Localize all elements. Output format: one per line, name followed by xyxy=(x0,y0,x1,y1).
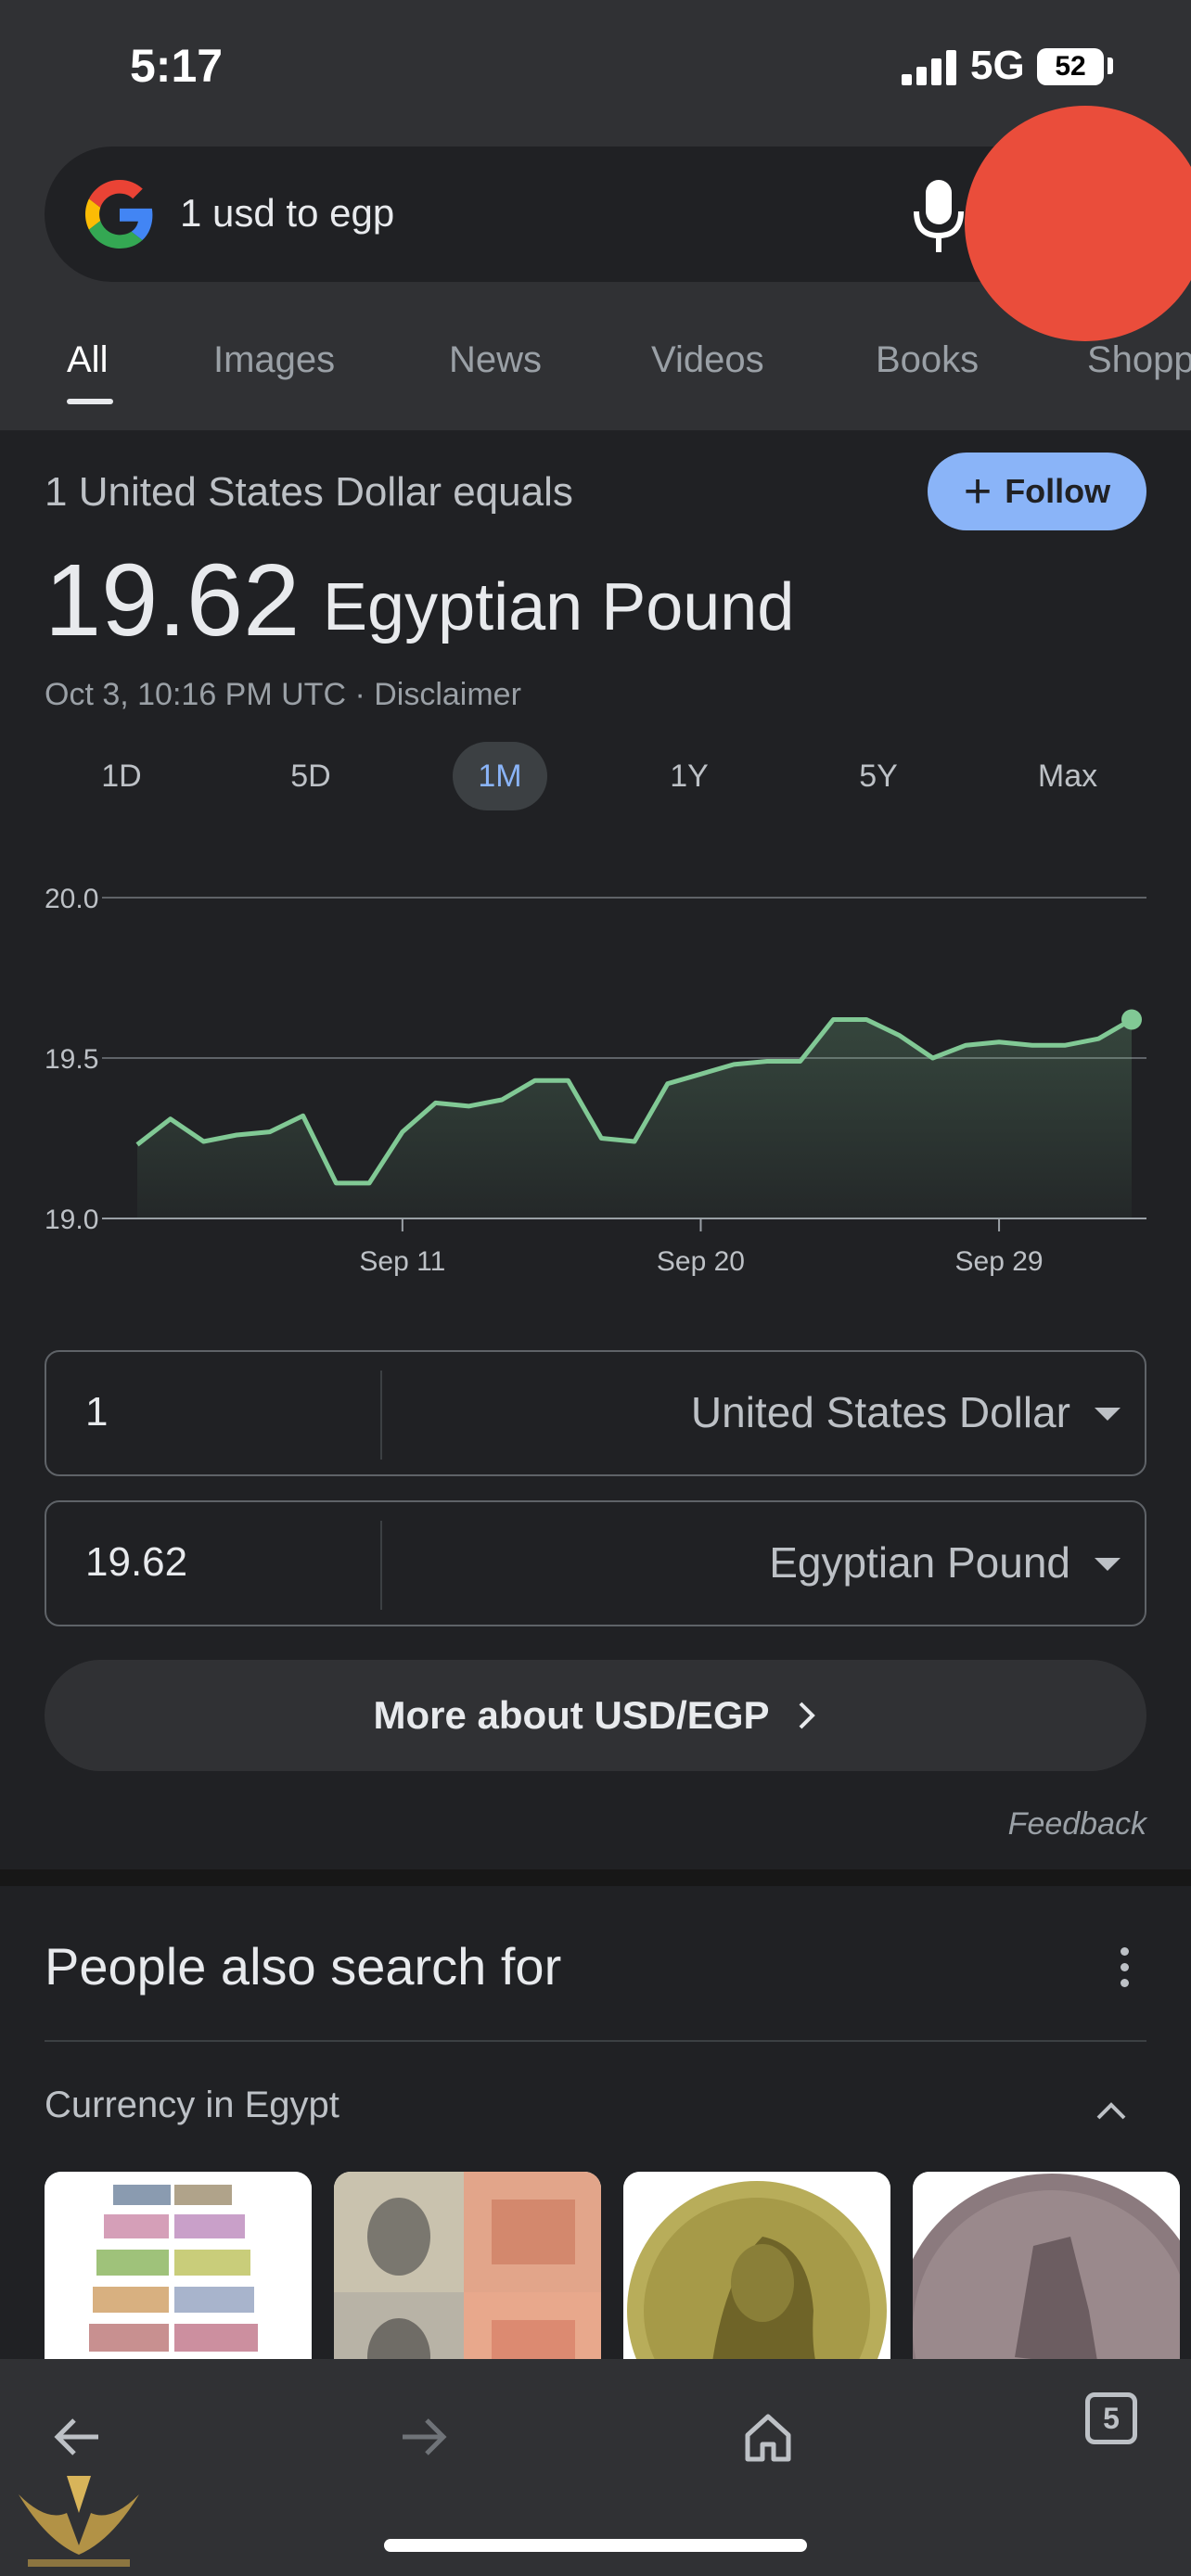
more-options-icon[interactable] xyxy=(1117,1947,1132,1992)
dropdown-caret-icon[interactable] xyxy=(1095,1408,1121,1421)
battery-tip xyxy=(1108,57,1113,74)
chevron-up-icon[interactable] xyxy=(1095,2094,1128,2127)
divider xyxy=(45,2040,1146,2042)
red-circle-marker xyxy=(965,106,1191,341)
chevron-right-icon xyxy=(799,1702,815,1729)
active-tab-indicator xyxy=(67,399,113,404)
microphone-icon[interactable] xyxy=(911,178,967,256)
pasf-subtitle[interactable]: Currency in Egypt xyxy=(45,2085,339,2126)
chart-area xyxy=(137,1019,1132,1218)
more-about-label: More about USD/EGP xyxy=(373,1693,770,1737)
google-logo-icon xyxy=(85,180,153,249)
home-icon[interactable] xyxy=(740,2409,796,2465)
tabs-count-button[interactable]: 5 xyxy=(1085,2392,1137,2444)
search-input[interactable]: 1 usd to egp xyxy=(180,191,394,236)
dropdown-caret-icon[interactable] xyxy=(1095,1558,1121,1571)
tab-images[interactable]: Images xyxy=(213,339,335,381)
from-currency-select[interactable]: United States Dollar xyxy=(691,1387,1070,1437)
feedback-link[interactable]: Feedback xyxy=(1008,1806,1146,1843)
section-separator xyxy=(0,1869,1191,1886)
plus-icon: + xyxy=(963,465,992,518)
rate-value: 19.62 xyxy=(45,543,301,657)
rate-currency: Egyptian Pound xyxy=(323,570,795,644)
to-currency-box[interactable]: 19.62 Egyptian Pound xyxy=(45,1500,1146,1626)
home-indicator[interactable] xyxy=(384,2539,807,2552)
range-5d[interactable]: 5D xyxy=(263,742,358,810)
y-tick-label: 19.5 xyxy=(45,1044,98,1075)
battery-icon: 52 xyxy=(1037,48,1104,85)
more-about-button[interactable]: More about USD/EGP xyxy=(45,1660,1146,1771)
status-bar: 5:17 5G 52 xyxy=(0,0,1191,130)
y-tick-label: 19.0 xyxy=(45,1205,98,1235)
tab-shopping[interactable]: Shopp xyxy=(1087,339,1191,381)
people-also-search-section: People also search for Currency in Egypt xyxy=(0,1886,1191,2413)
to-currency-select[interactable]: Egyptian Pound xyxy=(769,1537,1070,1588)
pasf-title: People also search for xyxy=(45,1937,562,1996)
tab-books[interactable]: Books xyxy=(876,339,979,381)
back-arrow-icon[interactable] xyxy=(50,2409,106,2465)
x-tick-label: Sep 20 xyxy=(657,1246,745,1277)
equals-text: 1 United States Dollar equals xyxy=(45,469,573,515)
x-tick-label: Sep 11 xyxy=(359,1246,445,1277)
range-1y[interactable]: 1Y xyxy=(642,742,736,810)
y-tick-label: 20.0 xyxy=(45,884,98,914)
divider xyxy=(380,1371,382,1460)
status-time: 5:17 xyxy=(130,40,224,92)
forward-arrow-icon[interactable] xyxy=(395,2409,451,2465)
range-5y[interactable]: 5Y xyxy=(831,742,926,810)
follow-button[interactable]: + Follow xyxy=(928,453,1146,530)
tab-all[interactable]: All xyxy=(67,339,108,381)
timestamp: Oct 3, 10:16 PM UTC · Disclaimer xyxy=(45,677,521,712)
to-amount-input[interactable]: 19.62 xyxy=(85,1539,187,1586)
range-max[interactable]: Max xyxy=(1020,742,1115,810)
tab-news[interactable]: News xyxy=(449,339,542,381)
current-value-point xyxy=(1121,1009,1142,1030)
from-currency-box[interactable]: 1 United States Dollar xyxy=(45,1350,1146,1476)
network-type: 5G xyxy=(970,43,1025,88)
watermark-logo-icon xyxy=(19,2476,139,2567)
signal-icon xyxy=(902,48,957,85)
header: 5:17 5G 52 1 usd to egp All Images News … xyxy=(0,0,1191,430)
divider xyxy=(380,1521,382,1610)
range-selector: 1D 5D 1M 1Y 5Y Max xyxy=(0,723,1191,816)
range-1m[interactable]: 1M xyxy=(453,742,547,810)
x-tick-label: Sep 29 xyxy=(955,1246,1044,1277)
exchange-rate-chart[interactable]: 20.0 19.5 19.0 Sep 11 Sep 20 Sep 29 xyxy=(0,866,1191,1311)
currency-card: 1 United States Dollar equals + Follow 1… xyxy=(0,430,1191,1869)
tab-videos[interactable]: Videos xyxy=(651,339,764,381)
follow-label: Follow xyxy=(1005,472,1111,510)
battery-level: 52 xyxy=(1055,51,1086,82)
range-1d[interactable]: 1D xyxy=(74,742,169,810)
search-tabs: All Images News Videos Books Shopp xyxy=(0,325,1191,430)
from-amount-input[interactable]: 1 xyxy=(85,1389,108,1435)
